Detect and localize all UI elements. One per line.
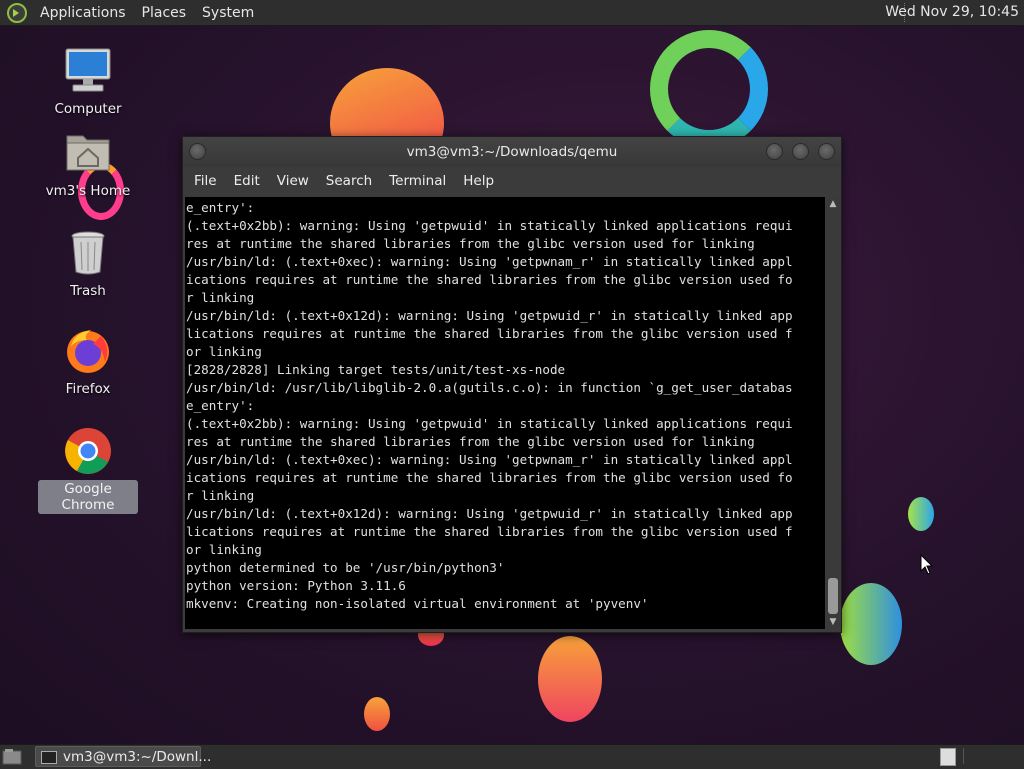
terminal-output[interactable]: e_entry': (.text+0x2bb): warning: Using … [185, 197, 825, 629]
top-panel: Applications Places System Wed Nov 29, 1… [0, 0, 1024, 26]
menu-help[interactable]: Help [456, 169, 501, 193]
desktop-icon-label: Google Chrome [38, 480, 138, 514]
home-folder-icon [63, 128, 113, 178]
menu-file[interactable]: File [187, 169, 224, 193]
clock[interactable]: Wed Nov 29, 10:45 [885, 4, 1019, 20]
scroll-down-icon[interactable]: ▼ [826, 615, 840, 629]
desktop-icon-label: Firefox [65, 381, 111, 397]
computer-icon [63, 46, 113, 96]
close-icon[interactable] [818, 143, 835, 160]
wallpaper-small-teal [908, 497, 934, 531]
scroll-up-icon[interactable]: ▲ [826, 197, 840, 211]
terminal-scrollbar[interactable]: ▲ ▼ [826, 197, 840, 629]
chrome-icon [63, 426, 113, 476]
desktop-icon-computer[interactable]: Computer [38, 46, 138, 118]
trash-icon [63, 228, 113, 278]
desktop-icon-home[interactable]: vm3's Home [38, 128, 138, 200]
window-menu-icon[interactable] [189, 143, 206, 160]
menu-terminal[interactable]: Terminal [382, 169, 453, 193]
taskbar-task-label: vm3@vm3:~/Downl... [63, 749, 212, 765]
mate-logo-icon[interactable] [6, 2, 28, 24]
workspace-1[interactable] [940, 748, 956, 766]
workspace-2[interactable] [963, 748, 978, 764]
menu-search[interactable]: Search [319, 169, 379, 193]
wallpaper-orange-oval [538, 636, 602, 722]
applications-menu[interactable]: Applications [38, 3, 128, 23]
firefox-icon [63, 326, 113, 376]
window-titlebar[interactable]: vm3@vm3:~/Downloads/qemu [183, 137, 841, 167]
desktop-icon-label: Computer [54, 101, 122, 117]
desktop-icon-chrome[interactable]: Google Chrome [38, 426, 138, 514]
wallpaper-small-orange [364, 697, 390, 731]
terminal-window[interactable]: vm3@vm3:~/Downloads/qemu File Edit View … [182, 136, 842, 633]
terminal-menubar: File Edit View Search Terminal Help [183, 167, 841, 195]
terminal-icon [41, 751, 57, 764]
mouse-pointer-icon [920, 554, 934, 575]
terminal-text: e_entry': (.text+0x2bb): warning: Using … [186, 200, 793, 611]
menu-edit[interactable]: Edit [227, 169, 267, 193]
wallpaper-large-teal [840, 583, 902, 665]
show-desktop-icon[interactable] [2, 748, 22, 765]
minimize-icon[interactable] [766, 143, 783, 160]
desktop-icon-label: Trash [70, 283, 106, 299]
menu-view[interactable]: View [270, 169, 316, 193]
maximize-icon[interactable] [792, 143, 809, 160]
scrollbar-thumb[interactable] [828, 578, 838, 614]
taskbar-terminal-button[interactable]: vm3@vm3:~/Downl... [35, 746, 211, 767]
window-title: vm3@vm3:~/Downloads/qemu [406, 144, 618, 160]
desktop-icon-label: vm3's Home [45, 183, 131, 199]
places-menu[interactable]: Places [140, 3, 189, 23]
desktop-icon-firefox[interactable]: Firefox [38, 326, 138, 398]
system-menu[interactable]: System [200, 3, 256, 23]
desktop-icon-trash[interactable]: Trash [38, 228, 138, 300]
bottom-panel: vm3@vm3:~/Downl... [0, 744, 1024, 769]
wallpaper-ring [650, 30, 768, 148]
